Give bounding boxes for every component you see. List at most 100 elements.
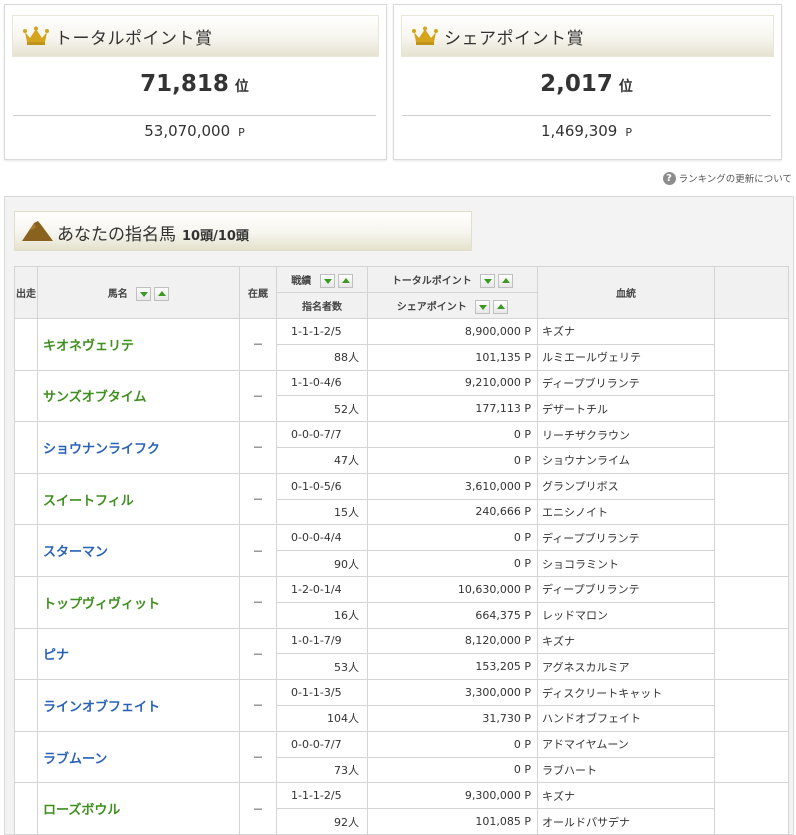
nominated-horses-panel: あなたの指名馬 10頭/10頭 出走 馬名 在厩 戦績 トータルポイント 血統 … — [4, 196, 794, 835]
sort-name-desc-button[interactable] — [136, 286, 152, 301]
header-horse-name: 馬名 — [37, 266, 240, 319]
sire-cell: アドマイヤムーン — [537, 730, 715, 758]
total-rank-line: 71,818 位 — [13, 71, 376, 116]
horse-row: トップヴィヴィット－ 1-2-0-1/4 10,630,000 P ディープブリランテ — [14, 575, 789, 629]
horse-name-link[interactable]: キオネヴェリテ — [37, 318, 240, 371]
horse-name-link[interactable]: ローズボウル — [37, 782, 240, 835]
status-cell: － — [239, 524, 277, 577]
total-points-cell: 3,610,000 P — [367, 472, 538, 500]
record-cell: 1-1-1-2/5 — [276, 782, 368, 810]
header-blank — [714, 266, 789, 319]
header-start-label: 出走 — [16, 289, 36, 300]
nominators-cell: 16人 — [276, 601, 368, 629]
horse-name-link[interactable]: ラブムーン — [37, 730, 240, 784]
nominated-horses-table: 出走 馬名 在厩 戦績 トータルポイント 血統 指名者数 シェアポイント キオネ… — [14, 266, 789, 835]
share-point-award-title: シェアポイント賞 — [444, 29, 584, 49]
start-cell — [14, 421, 38, 474]
total-points-cell: 9,300,000 P — [367, 782, 538, 810]
dam-cell: ハンドオブフェイト — [537, 704, 715, 732]
sort-share-points-desc-button[interactable] — [475, 299, 491, 314]
horse-name-link[interactable]: ラインオブフェイト — [37, 679, 240, 732]
start-cell — [14, 318, 38, 371]
total-points-cell: 3,300,000 P — [367, 679, 538, 706]
header-share-points: シェアポイント — [367, 292, 538, 319]
horse-name-link[interactable]: スイートフィル — [37, 472, 240, 526]
status-cell: － — [239, 782, 277, 835]
horse-name-link[interactable]: スターマン — [37, 524, 240, 577]
total-points-line: 53,070,000 P — [13, 121, 376, 140]
crown-icon — [412, 26, 438, 45]
horse-name-link[interactable]: サンズオブタイム — [37, 369, 240, 423]
header-nominators: 指名者数 — [276, 292, 368, 319]
record-cell: 1-1-1-2/5 — [276, 318, 368, 345]
share-points-cell: 0 P — [367, 550, 538, 577]
status-cell: － — [239, 730, 277, 784]
horse-name-link[interactable]: トップヴィヴィット — [37, 575, 240, 629]
dam-cell: アグネスカルミア — [537, 653, 715, 681]
nominated-horses-count: 10頭/10頭 — [182, 229, 249, 244]
horse-icon — [22, 221, 53, 241]
nominated-horses-title: あなたの指名馬 10頭/10頭 — [57, 220, 249, 245]
blank-cell — [714, 679, 789, 732]
share-points-line: 1,469,309 P — [402, 121, 771, 140]
nominators-cell: 104人 — [276, 704, 368, 732]
sire-cell: グランプリボス — [537, 472, 715, 500]
sort-record-desc-button[interactable] — [319, 273, 335, 288]
sire-cell: キズナ — [537, 627, 715, 655]
sire-cell: ディープブリランテ — [537, 524, 715, 552]
blank-cell — [714, 730, 789, 784]
total-points-unit: P — [238, 126, 245, 139]
blank-cell — [714, 627, 789, 681]
horse-row: スターマン－ 0-0-0-4/4 0 P ディープブリランテ — [14, 524, 789, 577]
ranking-update-info-label: ランキングの更新について — [678, 174, 792, 185]
total-point-award-title: トータルポイント賞 — [55, 29, 213, 49]
header-nominators-label: 指名者数 — [302, 302, 342, 313]
share-points-cell: 240,666 P — [367, 498, 538, 526]
sort-record-asc-button[interactable] — [337, 273, 353, 288]
record-cell: 0-0-0-7/7 — [276, 730, 368, 758]
blank-cell — [714, 782, 789, 835]
sire-cell: リーチザクラウン — [537, 421, 715, 448]
dam-cell: エニシノイト — [537, 498, 715, 526]
horse-row: ローズボウル－ 1-1-1-2/5 9,300,000 P キズナ — [14, 782, 789, 835]
blank-cell — [714, 524, 789, 577]
total-points-cell: 0 P — [367, 730, 538, 758]
start-cell — [14, 627, 38, 681]
total-points-cell: 8,120,000 P — [367, 627, 538, 655]
status-cell: － — [239, 421, 277, 474]
start-cell — [14, 730, 38, 784]
nominators-cell: 52人 — [276, 395, 368, 423]
blank-cell — [714, 421, 789, 474]
blank-cell — [714, 318, 789, 371]
total-rank-unit: 位 — [234, 79, 249, 95]
sort-total-points-asc-button[interactable] — [498, 273, 514, 288]
horse-row: ラブムーン－ 0-0-0-7/7 0 P アドマイヤムーン — [14, 730, 789, 784]
horse-row: ラインオブフェイト－ 0-1-1-3/5 3,300,000 P ディスクリートキャッ… — [14, 679, 789, 732]
record-cell: 1-2-0-1/4 — [276, 575, 368, 603]
nominators-cell: 53人 — [276, 653, 368, 681]
nominated-horses-header: あなたの指名馬 10頭/10頭 — [14, 211, 472, 251]
record-cell: 1-1-0-4/6 — [276, 369, 368, 397]
nominators-cell: 90人 — [276, 550, 368, 577]
start-cell — [14, 679, 38, 732]
status-cell: － — [239, 318, 277, 371]
dam-cell: ルミエールヴェリテ — [537, 343, 715, 371]
horse-row: ピナ－ 1-0-1-7/9 8,120,000 P キズナ — [14, 627, 789, 681]
sort-name-asc-button[interactable] — [154, 286, 170, 301]
ranking-update-info-link[interactable]: ? ランキングの更新について — [662, 171, 792, 185]
sort-total-points-desc-button[interactable] — [480, 273, 496, 288]
share-points-cell: 31,730 P — [367, 704, 538, 732]
share-points-cell: 664,375 P — [367, 601, 538, 629]
share-rank-value: 2,017 — [540, 71, 613, 97]
horse-row: キオネヴェリテ－ 1-1-1-2/5 8,900,000 P キズナ — [14, 318, 789, 371]
horse-name-link[interactable]: ショウナンライフク — [37, 421, 240, 474]
sort-share-points-asc-button[interactable] — [493, 299, 509, 314]
share-point-award-box: シェアポイント賞 2,017 位 1,469,309 P — [393, 4, 782, 160]
total-points-cell: 0 P — [367, 524, 538, 552]
horse-row: スイートフィル－ 0-1-0-5/6 3,610,000 P グランプリボス — [14, 472, 789, 526]
total-point-award-box: トータルポイント賞 71,818 位 53,070,000 P — [4, 4, 387, 160]
share-point-award-header: シェアポイント賞 — [401, 15, 774, 57]
horse-rows: キオネヴェリテ－ 1-1-1-2/5 8,900,000 P キズナ 88人 101,13… — [14, 318, 789, 835]
total-points-value: 53,070,000 — [144, 122, 231, 140]
horse-name-link[interactable]: ピナ — [37, 627, 240, 681]
